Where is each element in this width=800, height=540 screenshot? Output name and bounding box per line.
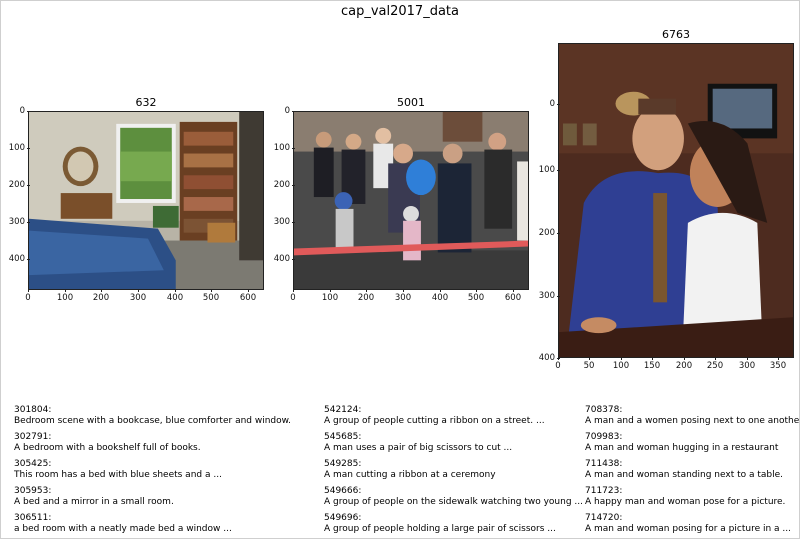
caption-id: 306511: [14,513,52,523]
ytick: 400 [264,254,295,264]
caption-id: 302791: [14,432,52,442]
caption-id: 549285: [324,459,362,469]
caption-text: A man cutting a ribbon at a ceremony [324,470,496,480]
caption-id: 714720: [585,513,623,523]
xtick: 100 [606,357,636,371]
xtick: 300 [123,289,153,303]
xtick: 500 [196,289,226,303]
ytick: 300 [0,217,30,227]
caption-item: 711438: A man and woman standing next to … [585,459,800,481]
xtick: 500 [461,289,491,303]
caption-text: A man and woman standing next to a table… [585,470,784,480]
xtick: 0 [13,289,43,303]
figure-title: cap_val2017_data [340,4,459,19]
xtick: 400 [425,289,455,303]
caption-item: 549696: A group of people holding a large… [324,513,583,535]
panel-title-5001: 5001 [397,96,425,109]
caption-id: 711723: [585,486,623,496]
ytick: 100 [0,143,30,153]
xtick: 50 [574,357,604,371]
caption-text: A group of people on the sidewalk watchi… [324,497,584,507]
caption-id: 305425: [14,459,52,469]
caption-id: 709983: [585,432,623,442]
panel-title-6763: 6763 [662,28,690,41]
ytick: 300 [529,291,560,301]
caption-text: A bedroom with a bookshelf full of books… [14,443,201,453]
ytick: 0 [264,106,295,116]
xtick: 600 [233,289,263,303]
xtick: 250 [700,357,730,371]
image-bedroom [28,111,264,290]
caption-text: A happy man and woman pose for a picture… [585,497,786,507]
caption-text: Bedroom scene with a bookcase, blue comf… [14,416,292,426]
xtick: 300 [388,289,418,303]
caption-id: 549666: [324,486,362,496]
xtick: 200 [86,289,116,303]
ytick: 200 [0,180,30,190]
image-ribbon-cutting [293,111,529,290]
caption-id: 711438: [585,459,623,469]
ytick: 0 [529,99,560,109]
xtick: 200 [669,357,699,371]
xtick: 0 [543,357,573,371]
caption-item: 549666: A group of people on the sidewalk… [324,486,583,508]
caption-item: 709983: A man and woman hugging in a rest… [585,432,800,454]
captions-6763: 708378: A man and a women posing next to … [585,405,800,540]
xtick: 200 [351,289,381,303]
caption-item: 545685: A man uses a pair of big scissors… [324,432,583,454]
xtick: 600 [498,289,528,303]
ytick: 400 [0,254,30,264]
caption-item: 306511: a bed room with a neatly made bed… [14,513,291,535]
caption-text: A group of people holding a large pair o… [324,524,556,534]
caption-item: 542124: A group of people cutting a ribbo… [324,405,583,427]
caption-id: 305953: [14,486,52,496]
caption-text: A man and woman posing for a picture in … [585,524,791,534]
captions-5001: 542124: A group of people cutting a ribbo… [324,405,583,540]
caption-text: A man and a women posing next to one ano… [585,416,800,426]
xtick: 350 [763,357,793,371]
caption-item: 305953: A bed and a mirror in a small roo… [14,486,291,508]
captions-632: 301804: Bedroom scene with a bookcase, bl… [14,405,291,540]
caption-text: A man and woman hugging in a restaurant [585,443,779,453]
caption-item: 305425: This room has a bed with blue she… [14,459,291,481]
caption-item: 708378: A man and a women posing next to … [585,405,800,427]
ytick: 300 [264,217,295,227]
xtick: 0 [278,289,308,303]
caption-text: A group of people cutting a ribbon on a … [324,416,545,426]
caption-id: 708378: [585,405,623,415]
xtick: 100 [315,289,345,303]
caption-id: 545685: [324,432,362,442]
caption-text: This room has a bed with blue sheets and… [14,470,222,480]
caption-id: 301804: [14,405,52,415]
caption-item: 549285: A man cutting a ribbon at a cerem… [324,459,583,481]
caption-item: 302791: A bedroom with a bookshelf full o… [14,432,291,454]
caption-text: a bed room with a neatly made bed a wind… [14,524,232,534]
xtick: 300 [732,357,762,371]
caption-text: A man uses a pair of big scissors to cut… [324,443,513,453]
ytick: 200 [264,180,295,190]
ytick: 200 [529,228,560,238]
xtick: 150 [637,357,667,371]
panel-title-632: 632 [135,96,157,109]
ytick: 100 [264,143,295,153]
caption-item: 714720: A man and woman posing for a pict… [585,513,800,535]
caption-id: 542124: [324,405,362,415]
caption-item: 301804: Bedroom scene with a bookcase, bl… [14,405,291,427]
image-couple [558,43,794,358]
xtick: 100 [50,289,80,303]
caption-id: 549696: [324,513,362,523]
caption-item: 711723: A happy man and woman pose for a … [585,486,800,508]
ytick: 0 [0,106,30,116]
caption-text: A bed and a mirror in a small room. [14,497,174,507]
xtick: 400 [160,289,190,303]
ytick: 100 [529,165,560,175]
